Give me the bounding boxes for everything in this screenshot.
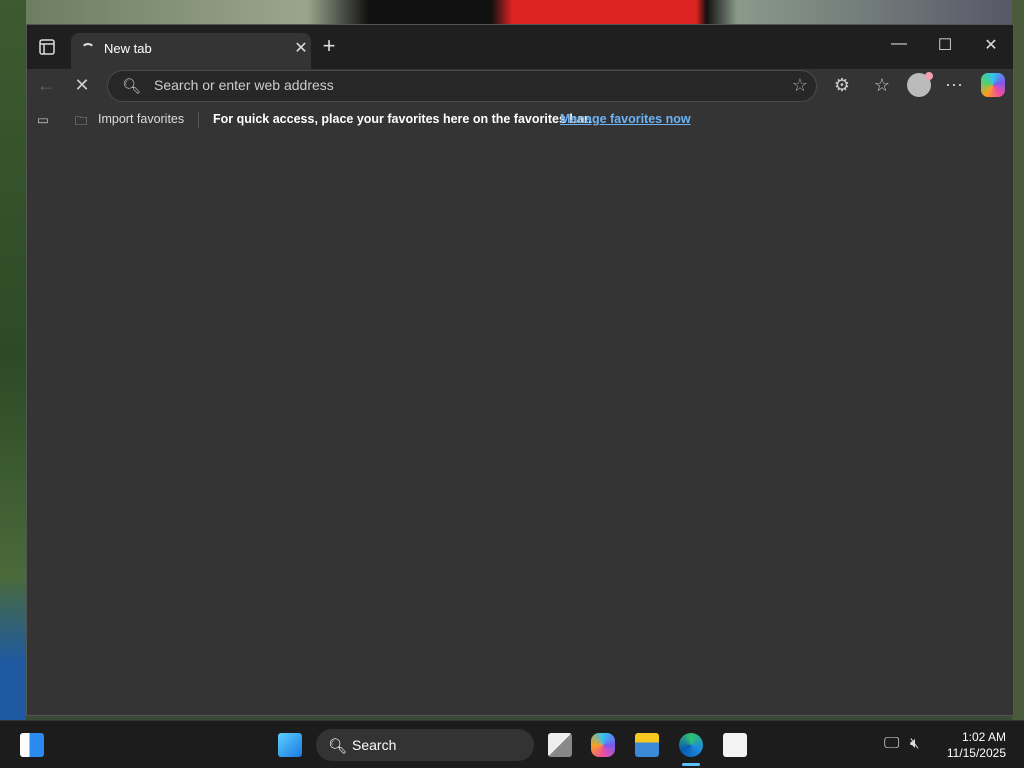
more-menu-icon[interactable]: ⋯ bbox=[941, 75, 967, 96]
minimize-button[interactable]: — bbox=[884, 35, 914, 53]
taskbar: 🔍︎ Search 🖵︎ 🔇︎ 1:02 AM 11/15/2025 bbox=[0, 720, 1024, 768]
loading-spinner-icon bbox=[81, 43, 95, 57]
favorite-star-icon[interactable]: ☆ bbox=[792, 75, 808, 96]
widgets-icon[interactable] bbox=[20, 733, 44, 757]
browser-window: New tab ✕ + — ☐ ✕ ← ✕ 🔍︎ ☆ ⚙︎ ☆ ⋯ ▭ 🗀︎ I… bbox=[26, 24, 1014, 716]
search-icon: 🔍︎ bbox=[328, 738, 348, 755]
favorites-bar: ▭ 🗀︎ Import favorites For quick access, … bbox=[27, 105, 1013, 135]
active-app-indicator bbox=[682, 763, 700, 766]
extensions-icon[interactable]: ⚙︎ bbox=[829, 75, 855, 96]
title-bar: New tab ✕ + — ☐ ✕ bbox=[27, 25, 1013, 69]
file-explorer-icon[interactable] bbox=[635, 733, 659, 757]
maximize-button[interactable]: ☐ bbox=[930, 35, 960, 55]
tab-close-button[interactable]: ✕ bbox=[289, 38, 313, 58]
time: 1:02 AM bbox=[961, 730, 1006, 744]
microsoft-store-icon[interactable] bbox=[723, 733, 747, 757]
taskbar-search[interactable]: 🔍︎ Search bbox=[316, 729, 534, 761]
edge-icon[interactable] bbox=[679, 733, 703, 757]
tab-new-tab[interactable]: New tab ✕ bbox=[71, 33, 311, 69]
stop-loading-icon[interactable]: ✕ bbox=[69, 75, 95, 96]
back-arrow-icon[interactable]: ← bbox=[33, 75, 59, 96]
copilot-app-icon[interactable] bbox=[591, 733, 615, 757]
new-tab-button[interactable]: + bbox=[317, 33, 341, 59]
desktop-background-left bbox=[0, 0, 26, 720]
address-bar[interactable]: 🔍︎ ☆ bbox=[107, 70, 817, 102]
task-view-icon[interactable] bbox=[548, 733, 572, 757]
profile-avatar[interactable] bbox=[907, 72, 933, 97]
copilot-icon[interactable] bbox=[981, 73, 1005, 97]
clock[interactable]: 1:02 AM 11/15/2025 bbox=[947, 729, 1006, 761]
manage-favorites-link[interactable]: Manage favorites now bbox=[560, 112, 691, 126]
favorites-bar-icon[interactable]: ▭ bbox=[37, 112, 49, 127]
volume-muted-icon[interactable]: 🔇︎ bbox=[910, 735, 919, 752]
search-icon: 🔍︎ bbox=[122, 78, 142, 95]
start-windows-icon[interactable] bbox=[278, 733, 302, 757]
close-window-button[interactable]: ✕ bbox=[976, 35, 1006, 55]
tab-title: New tab bbox=[104, 41, 152, 56]
import-favorites-button[interactable]: Import favorites bbox=[98, 112, 184, 126]
navigation-toolbar: ← ✕ 🔍︎ ☆ ⚙︎ ☆ ⋯ bbox=[27, 69, 1013, 105]
taskbar-search-label: Search bbox=[352, 737, 397, 753]
desktop-background bbox=[0, 0, 1024, 24]
tab-actions-icon[interactable] bbox=[37, 37, 57, 57]
folder-import-icon: 🗀︎ bbox=[75, 114, 88, 128]
divider bbox=[198, 112, 199, 128]
network-icon[interactable]: 🖵︎ bbox=[884, 735, 899, 753]
favorites-icon[interactable]: ☆ bbox=[869, 75, 895, 96]
date: 11/15/2025 bbox=[946, 746, 1006, 760]
address-input[interactable] bbox=[154, 77, 754, 93]
favorites-message: For quick access, place your favorites h… bbox=[213, 112, 592, 126]
